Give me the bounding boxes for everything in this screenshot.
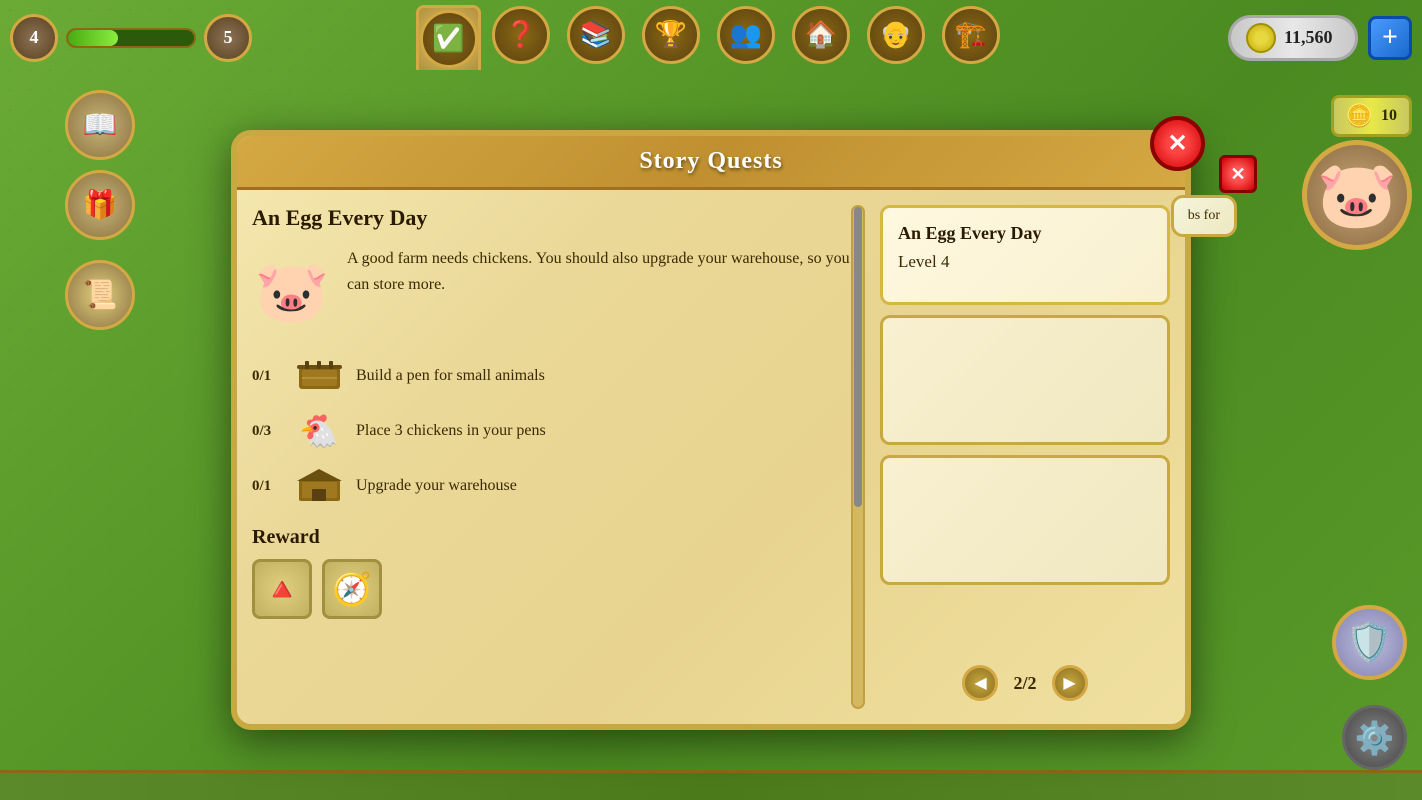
quest-list-panel: An Egg Every Day Level 4 ◀ 2/2 ▶ xyxy=(880,205,1170,709)
task-text-3: Upgrade your warehouse xyxy=(356,475,517,497)
dialog-body: An Egg Every Day 🐷 A good farm needs chi… xyxy=(237,190,1185,724)
quest-intro: 🐷 A good farm needs chickens. You should… xyxy=(252,246,855,336)
quest-card-2[interactable] xyxy=(880,315,1170,445)
reward-title: Reward xyxy=(252,526,855,549)
quest-tasks-list: 0/1 xyxy=(252,356,855,506)
task-pen-icon xyxy=(294,356,344,396)
scrollbar-track[interactable] xyxy=(851,205,865,709)
secondary-close-button[interactable]: ✕ xyxy=(1219,155,1257,193)
quest-detail-panel: An Egg Every Day 🐷 A good farm needs chi… xyxy=(252,205,865,709)
task-row: 0/1 Upgrade your warehouse xyxy=(252,466,855,506)
story-quests-dialog: Story Quests ✕ An Egg Every Day 🐷 A good… xyxy=(231,130,1191,730)
reward-items: 🔺 🧭 xyxy=(252,559,855,619)
dialog-overlay: Story Quests ✕ An Egg Every Day 🐷 A good… xyxy=(0,0,1422,800)
task-progress-1: 0/1 xyxy=(252,368,282,385)
quest-card-3[interactable] xyxy=(880,455,1170,585)
quest-card-level-1: Level 4 xyxy=(898,252,1152,272)
task-warehouse-icon xyxy=(294,466,344,506)
page-indicator: 2/2 xyxy=(1013,673,1036,694)
close-dialog-button[interactable]: ✕ xyxy=(1150,116,1205,171)
quest-card-title-1: An Egg Every Day xyxy=(898,223,1152,244)
task-text-2: Place 3 chickens in your pens xyxy=(356,420,546,442)
pagination: ◀ 2/2 ▶ xyxy=(880,657,1170,709)
dialog-title: Story Quests xyxy=(639,148,782,175)
task-progress-3: 0/1 xyxy=(252,478,282,495)
task-text-1: Build a pen for small animals xyxy=(356,365,545,387)
scrollbar-thumb[interactable] xyxy=(854,207,862,507)
hint-bubble: bs for xyxy=(1171,195,1237,237)
prev-page-button[interactable]: ◀ xyxy=(962,665,998,701)
task-row: 0/3 🐔 Place 3 chickens in your pens xyxy=(252,411,855,451)
task-chicken-icon: 🐔 xyxy=(294,411,344,451)
quest-mascot: 🐷 xyxy=(252,246,332,336)
quest-title: An Egg Every Day xyxy=(252,205,855,231)
task-progress-2: 0/3 xyxy=(252,423,282,440)
reward-item-arrow: 🔺 xyxy=(252,559,312,619)
hint-text: bs for xyxy=(1188,208,1220,223)
reward-item-compass: 🧭 xyxy=(322,559,382,619)
quest-description: A good farm needs chickens. You should a… xyxy=(347,246,855,297)
task-row: 0/1 xyxy=(252,356,855,396)
quest-card-active[interactable]: An Egg Every Day Level 4 xyxy=(880,205,1170,305)
reward-section: Reward 🔺 🧭 xyxy=(252,526,855,619)
next-page-button[interactable]: ▶ xyxy=(1052,665,1088,701)
quest-content-scroll[interactable]: An Egg Every Day 🐷 A good farm needs chi… xyxy=(252,205,865,709)
dialog-header: Story Quests ✕ xyxy=(237,136,1185,190)
